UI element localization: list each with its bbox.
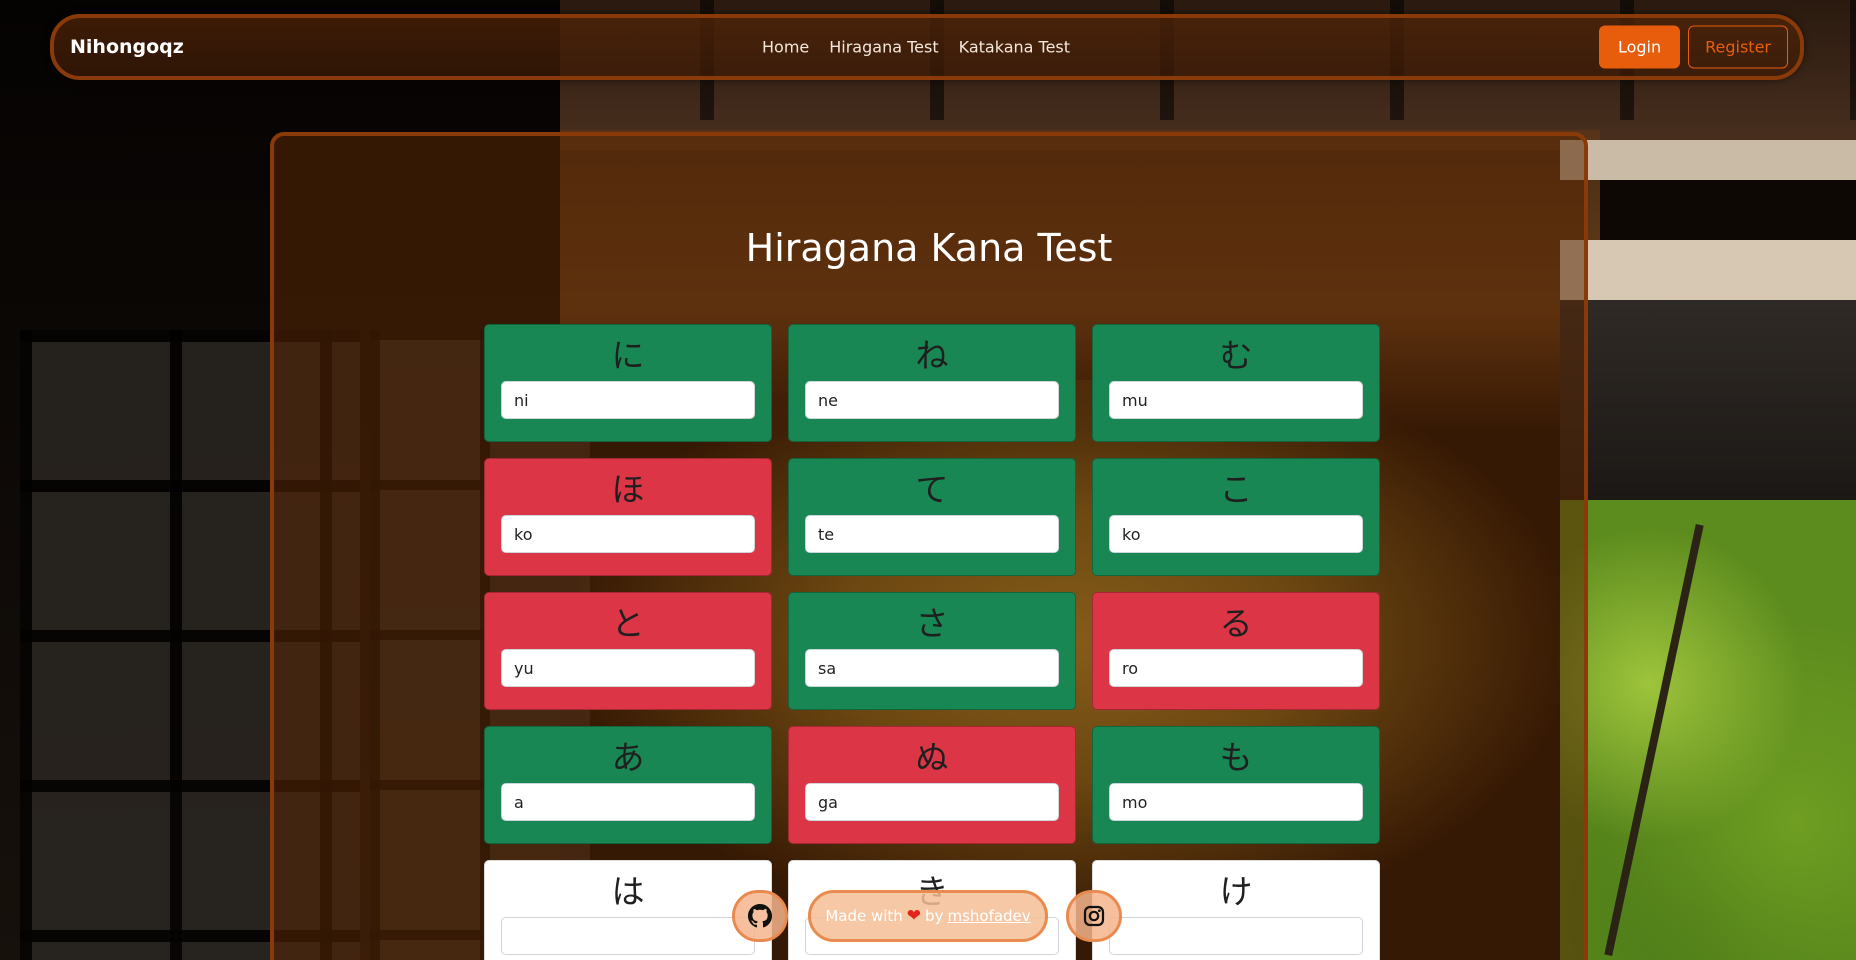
kana-card: ぬ — [788, 726, 1076, 844]
login-button[interactable]: Login — [1598, 25, 1681, 69]
kana-grid: にねむほてことさるあぬもはきけ — [484, 324, 1380, 960]
footer: Made with ❤ by mshofadev — [732, 890, 1132, 944]
romaji-answer-input[interactable] — [501, 917, 755, 955]
romaji-answer-input[interactable] — [805, 783, 1059, 821]
romaji-answer-input[interactable] — [805, 515, 1059, 553]
romaji-answer-input[interactable] — [501, 783, 755, 821]
kana-character: ぬ — [915, 738, 949, 777]
kana-card: あ — [484, 726, 772, 844]
navbar: Nihongoqz Home Hiragana Test Katakana Te… — [50, 14, 1804, 80]
kana-card: ほ — [484, 458, 772, 576]
brand-logo[interactable]: Nihongoqz — [70, 36, 184, 58]
romaji-answer-input[interactable] — [501, 649, 755, 687]
kana-character: む — [1219, 336, 1253, 375]
nav-link-hiragana-test[interactable]: Hiragana Test — [829, 38, 938, 57]
romaji-answer-input[interactable] — [1109, 649, 1363, 687]
romaji-answer-input[interactable] — [501, 515, 755, 553]
by-text: by — [925, 907, 944, 925]
nav-link-home[interactable]: Home — [762, 38, 809, 57]
romaji-answer-input[interactable] — [501, 381, 755, 419]
romaji-answer-input[interactable] — [805, 381, 1059, 419]
instagram-icon — [1083, 905, 1105, 927]
kana-card: る — [1092, 592, 1380, 710]
kana-character: ほ — [611, 470, 645, 509]
heart-icon: ❤ — [906, 906, 922, 926]
romaji-answer-input[interactable] — [1109, 783, 1363, 821]
kana-character: る — [1219, 604, 1253, 643]
made-with-text: Made with — [825, 907, 903, 925]
kana-character: あ — [611, 738, 645, 777]
romaji-answer-input[interactable] — [1109, 917, 1363, 955]
kana-card: と — [484, 592, 772, 710]
kana-character: と — [611, 604, 645, 643]
romaji-answer-input[interactable] — [1109, 381, 1363, 419]
kana-character: け — [1219, 872, 1253, 911]
kana-card: に — [484, 324, 772, 442]
register-button[interactable]: Register — [1688, 25, 1788, 69]
kana-character: も — [1219, 738, 1253, 777]
kana-character: こ — [1219, 470, 1253, 509]
author-link[interactable]: mshofadev — [947, 907, 1030, 925]
kana-character: に — [611, 336, 645, 375]
kana-card: さ — [788, 592, 1076, 710]
page-title: Hiragana Kana Test — [745, 226, 1113, 270]
kana-character: は — [611, 872, 645, 911]
kana-card: ね — [788, 324, 1076, 442]
nav-links: Home Hiragana Test Katakana Test — [762, 38, 1070, 57]
kana-card: も — [1092, 726, 1380, 844]
kana-card: は — [484, 860, 772, 960]
github-button[interactable] — [732, 890, 788, 942]
nav-link-katakana-test[interactable]: Katakana Test — [959, 38, 1070, 57]
kana-character: さ — [915, 604, 949, 643]
kana-card: こ — [1092, 458, 1380, 576]
romaji-answer-input[interactable] — [805, 649, 1059, 687]
test-panel: Hiragana Kana Test にねむほてことさるあぬもはきけ — [270, 132, 1588, 960]
kana-card: て — [788, 458, 1076, 576]
instagram-button[interactable] — [1066, 890, 1122, 942]
kana-card: む — [1092, 324, 1380, 442]
kana-character: て — [915, 470, 949, 509]
kana-card: け — [1092, 860, 1380, 960]
kana-character: ね — [915, 336, 949, 375]
made-with-credit: Made with ❤ by mshofadev — [808, 890, 1048, 942]
auth-buttons: Login Register — [1598, 25, 1788, 69]
github-icon — [748, 904, 772, 928]
romaji-answer-input[interactable] — [1109, 515, 1363, 553]
